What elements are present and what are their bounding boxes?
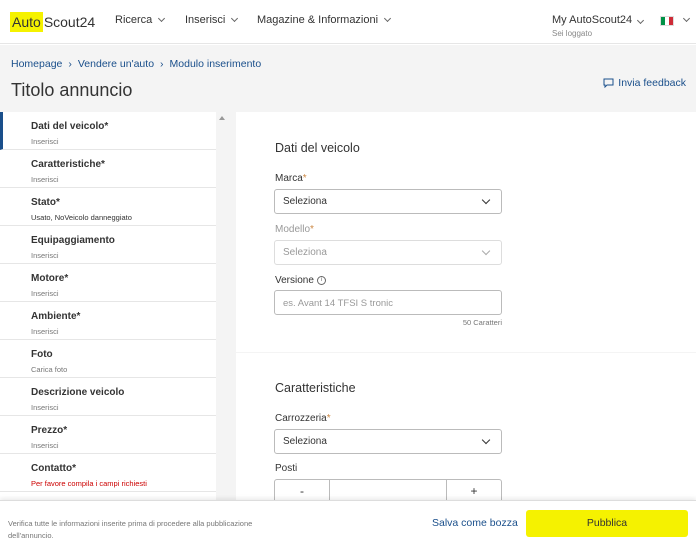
top-navigation: Auto Scout24 Ricerca Inserisci Magazine … bbox=[0, 0, 696, 44]
breadcrumb-modulo[interactable]: Modulo inserimento bbox=[170, 58, 262, 70]
chevron-down-icon bbox=[158, 14, 166, 23]
sidebar-item-prezzo[interactable]: Prezzo* Inserisci bbox=[0, 416, 216, 454]
sidebar-item-dati-veicolo[interactable]: Dati del veicolo* Inserisci bbox=[0, 112, 216, 150]
chevron-down-icon bbox=[231, 14, 239, 23]
section-title-features: Caratteristiche bbox=[275, 381, 356, 395]
my-account-menu[interactable]: My AutoScout24 bbox=[552, 14, 645, 26]
form-section-sidebar: Dati del veicolo* Inserisci Caratteristi… bbox=[0, 112, 228, 502]
sidebar-item-status: Inserisci bbox=[31, 289, 59, 298]
vehicle-data-card: Dati del veicolo Marca* Seleziona Modell… bbox=[236, 112, 696, 352]
sidebar-item-descrizione[interactable]: Descrizione veicolo Inserisci bbox=[0, 378, 216, 416]
brand-label-text: Marca bbox=[275, 173, 303, 184]
chevron-right-icon: › bbox=[160, 58, 164, 70]
chevron-down-icon bbox=[481, 246, 491, 256]
breadcrumb: Homepage › Vendere un'auto › Modulo inse… bbox=[11, 58, 261, 70]
scroll-up-icon[interactable] bbox=[219, 116, 225, 120]
sidebar-item-foto[interactable]: Foto Carica foto bbox=[0, 340, 216, 378]
seats-label: Posti bbox=[275, 463, 298, 474]
breadcrumb-vendere[interactable]: Vendere un'auto bbox=[78, 58, 154, 70]
chevron-down-icon bbox=[481, 435, 491, 445]
sidebar-item-status: Inserisci bbox=[31, 327, 59, 336]
nav-magazine[interactable]: Magazine & Informazioni bbox=[257, 14, 392, 26]
sidebar-item-ambiente[interactable]: Ambiente* Inserisci bbox=[0, 302, 216, 340]
sidebar-item-caratteristiche[interactable]: Caratteristiche* Inserisci bbox=[0, 150, 216, 188]
version-char-counter: 50 Caratteri bbox=[462, 318, 502, 327]
sidebar-item-title: Descrizione veicolo bbox=[31, 387, 125, 398]
breadcrumb-homepage[interactable]: Homepage bbox=[11, 58, 62, 70]
italy-flag-icon[interactable] bbox=[660, 16, 674, 26]
sidebar-item-title: Foto bbox=[31, 349, 53, 360]
sidebar-scrollbar[interactable] bbox=[216, 112, 228, 502]
publish-button[interactable]: Pubblica bbox=[526, 510, 688, 537]
nav-magazine-label: Magazine & Informazioni bbox=[257, 14, 379, 26]
autoscout24-logo[interactable]: Auto Scout24 bbox=[10, 12, 95, 32]
sidebar-item-error: Per favore compila i campi richiesti bbox=[31, 479, 147, 488]
chevron-down-icon bbox=[384, 14, 392, 23]
model-label-text: Modello bbox=[275, 224, 311, 235]
model-select-value: Seleziona bbox=[283, 247, 327, 258]
body-type-select-value: Seleziona bbox=[283, 436, 327, 447]
sidebar-item-title: Equipaggiamento bbox=[31, 235, 115, 246]
sidebar-item-title: Caratteristiche* bbox=[31, 159, 105, 170]
brand-select-value: Seleziona bbox=[283, 196, 327, 207]
body-type-select[interactable]: Seleziona bbox=[274, 429, 502, 454]
sidebar-item-title: Dati del veicolo* bbox=[31, 121, 109, 132]
sidebar-item-status: Inserisci bbox=[31, 175, 59, 184]
sidebar-item-stato[interactable]: Stato* Usato, NoVeicolo danneggiato bbox=[0, 188, 216, 226]
version-input[interactable]: es. Avant 14 TFSI S tronic bbox=[274, 290, 502, 315]
chevron-down-icon bbox=[481, 195, 491, 205]
sidebar-item-motore[interactable]: Motore* Inserisci bbox=[0, 264, 216, 302]
flag-stripe-red bbox=[669, 17, 673, 25]
brand-label: Marca* bbox=[275, 173, 307, 184]
sidebar-item-title: Motore* bbox=[31, 273, 69, 284]
model-label: Modello* bbox=[275, 224, 314, 235]
version-label: Versione i bbox=[275, 275, 326, 286]
chevron-down-icon bbox=[637, 16, 645, 25]
logo-auto-text: Auto bbox=[10, 12, 43, 32]
nav-ricerca-label: Ricerca bbox=[115, 14, 153, 26]
info-icon[interactable]: i bbox=[316, 275, 326, 285]
body-type-label: Carrozzeria* bbox=[275, 413, 331, 424]
sidebar-item-status: Inserisci bbox=[31, 137, 59, 146]
version-label-text: Versione bbox=[275, 275, 314, 286]
feedback-label: Invia feedback bbox=[618, 77, 686, 89]
sidebar-item-status: Carica foto bbox=[31, 365, 68, 374]
sidebar-item-status: Inserisci bbox=[31, 441, 59, 450]
page-title: Titolo annuncio bbox=[11, 80, 133, 100]
sidebar-item-status: Usato, NoVeicolo danneggiato bbox=[31, 213, 132, 222]
chevron-right-icon: › bbox=[68, 58, 72, 70]
sidebar-item-title: Stato* bbox=[31, 197, 60, 208]
required-mark: * bbox=[302, 173, 307, 184]
sidebar-item-contatto[interactable]: Contatto* Per favore compila i campi ric… bbox=[0, 454, 216, 492]
save-draft-button[interactable]: Salva come bozza bbox=[432, 517, 518, 529]
sidebar-item-title: Contatto* bbox=[31, 463, 76, 474]
sidebar-item-equipaggiamento[interactable]: Equipaggiamento Inserisci bbox=[0, 226, 216, 264]
login-status: Sei loggato bbox=[552, 29, 593, 38]
logo-scout-text: Scout24 bbox=[43, 14, 96, 30]
nav-inserisci[interactable]: Inserisci bbox=[185, 14, 239, 26]
account-label: My AutoScout24 bbox=[552, 14, 633, 26]
bottom-action-bar: Verifica tutte le informazioni inserite … bbox=[0, 500, 696, 554]
publish-notice: Verifica tutte le informazioni inserite … bbox=[8, 519, 253, 540]
model-select[interactable]: Seleziona bbox=[274, 240, 502, 265]
page-header: Homepage › Vendere un'auto › Modulo inse… bbox=[0, 45, 696, 112]
sidebar-item-title: Prezzo* bbox=[31, 425, 68, 436]
chat-bubble-icon bbox=[603, 78, 614, 88]
sidebar-item-status: Inserisci bbox=[31, 251, 59, 260]
sidebar-item-status: Inserisci bbox=[31, 403, 59, 412]
required-mark: * bbox=[326, 413, 331, 424]
nav-inserisci-label: Inserisci bbox=[185, 14, 226, 26]
feedback-link[interactable]: Invia feedback bbox=[603, 77, 686, 89]
brand-select[interactable]: Seleziona bbox=[274, 189, 502, 214]
chevron-down-icon bbox=[682, 14, 691, 23]
version-placeholder: es. Avant 14 TFSI S tronic bbox=[283, 298, 394, 309]
nav-ricerca[interactable]: Ricerca bbox=[115, 14, 166, 26]
features-card: Caratteristiche Carrozzeria* Seleziona P… bbox=[236, 353, 696, 503]
body-type-label-text: Carrozzeria bbox=[275, 413, 327, 424]
section-title-vehicle: Dati del veicolo bbox=[275, 141, 360, 155]
required-mark: * bbox=[310, 224, 314, 235]
sidebar-item-title: Ambiente* bbox=[31, 311, 81, 322]
